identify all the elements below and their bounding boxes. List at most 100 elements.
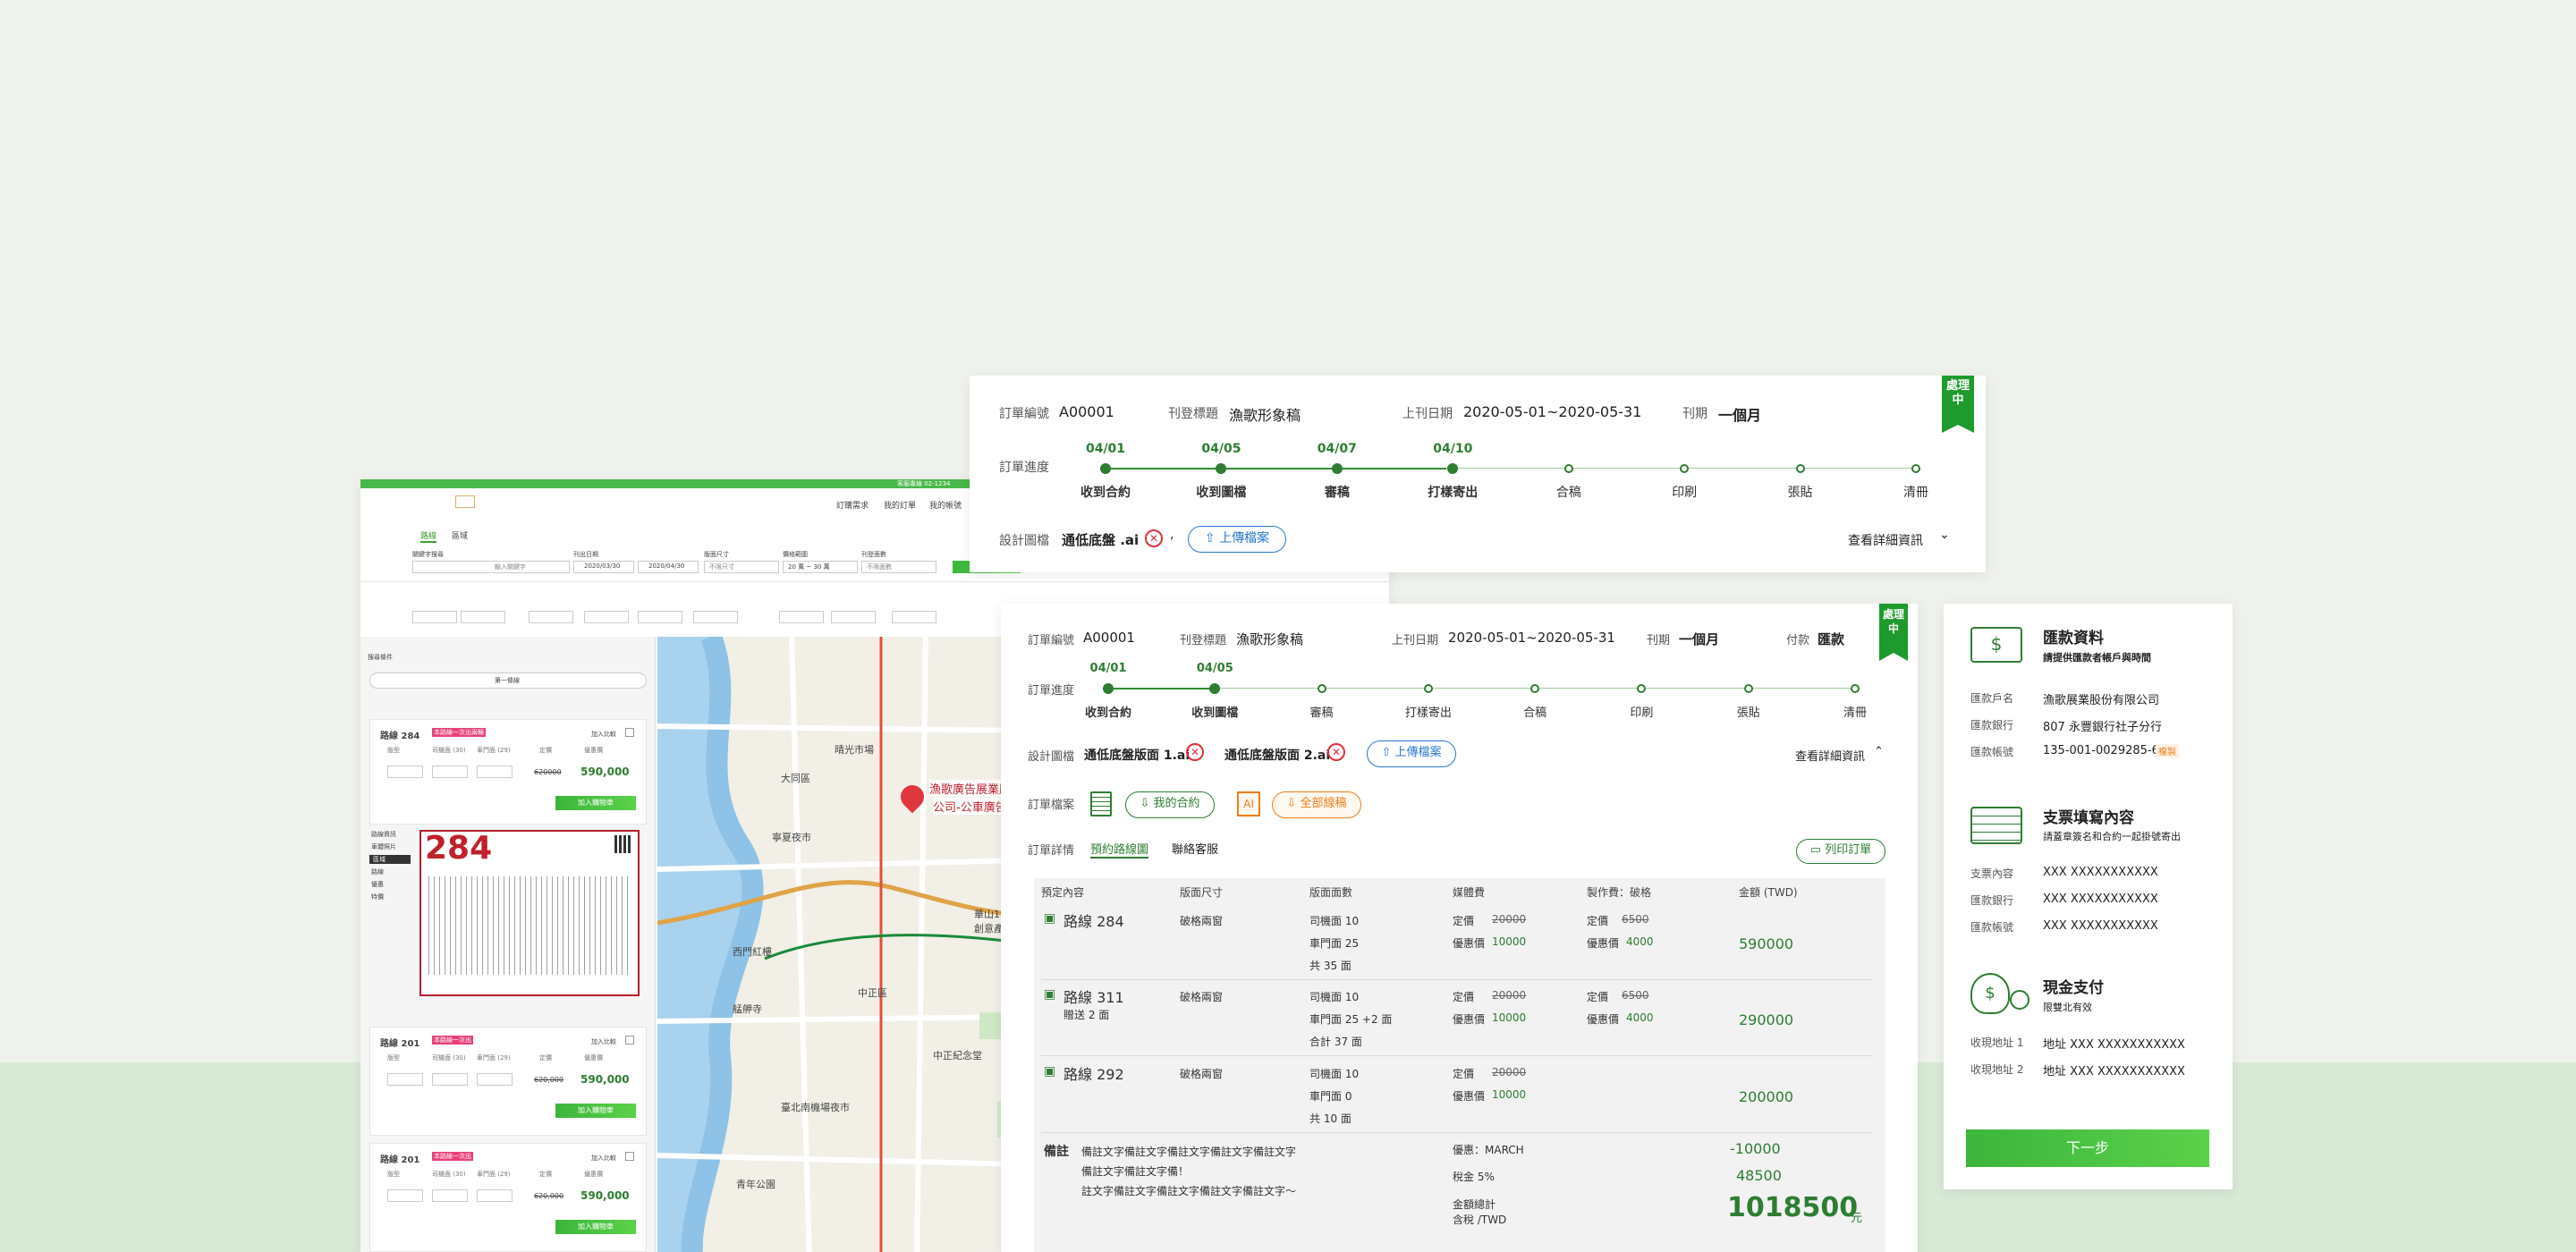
filter2-select[interactable] — [529, 611, 573, 623]
my-contract-label: 我的合約 — [1153, 797, 1200, 810]
date-to-value: 2020/04/30 — [648, 563, 685, 570]
search-input[interactable] — [412, 561, 570, 573]
table-header: 媒體費 — [1453, 886, 1486, 899]
select[interactable] — [477, 1189, 513, 1202]
design-label: 設計圖檔 — [999, 534, 1049, 548]
payment-row-key: 匯款帳號 — [1970, 746, 2014, 758]
select[interactable] — [477, 766, 513, 778]
table-header: 版面尺寸 — [1180, 886, 1224, 899]
remit-subtitle: 請提供匯款者帳戶與時間 — [2043, 652, 2151, 664]
select[interactable] — [387, 766, 423, 778]
col-label: 車門面 (29) — [477, 747, 511, 754]
payment-row-value: XXX XXXXXXXXXXX — [2043, 892, 2158, 906]
remove-file-icon[interactable]: ✕ — [1327, 743, 1345, 761]
select[interactable] — [432, 766, 468, 778]
note-text: 備註文字備註文字備註文字備註文字備註文字 — [1081, 1146, 1297, 1158]
prod-list-label: 定價 — [1587, 915, 1609, 927]
filter2-select[interactable] — [693, 611, 738, 623]
progress-step-label: 合稿 — [1523, 706, 1547, 720]
payment-row-value: 807 永豐銀行社子分行 — [2043, 721, 2162, 734]
tab-contact-service[interactable]: 聯絡客服 — [1172, 840, 1218, 857]
route-name: 路線 311 — [1063, 989, 1124, 1006]
total-label: 金額總計 — [1453, 1198, 1496, 1211]
logo-icon — [455, 495, 475, 508]
order-card-summary: 處理中 訂單編號 A00001 刊登標題 漁歌形象稿 上刊日期 2020-05-… — [970, 376, 1986, 572]
qr-icon — [614, 835, 632, 853]
filter2-select[interactable] — [831, 611, 876, 623]
side-tab-active[interactable]: 區域 — [369, 855, 411, 864]
progress-dot — [1743, 684, 1753, 693]
side-tab[interactable]: 優惠 — [371, 880, 384, 889]
ai-file-icon: AI — [1237, 791, 1260, 816]
nav-item[interactable]: 我的訂單 — [884, 499, 916, 511]
filter2-select[interactable] — [779, 611, 824, 623]
progress-step-date: 04/01 — [1089, 662, 1127, 675]
prod-sale-price: 4000 — [1626, 935, 1654, 948]
select[interactable] — [477, 1073, 513, 1086]
upload-icon: ⇧ — [1204, 531, 1220, 546]
next-button[interactable]: 下一步 — [1966, 1129, 2209, 1167]
select[interactable] — [387, 1189, 423, 1202]
progress-dot — [1216, 463, 1227, 474]
nav-item[interactable]: 訂購需求 — [836, 499, 869, 511]
add-to-cart-button[interactable]: 加入購物車 — [555, 796, 636, 810]
my-contract-button[interactable]: ⇩ 我的合約 — [1125, 791, 1215, 818]
copy-badge[interactable]: 複製 — [2156, 744, 2179, 757]
compare-checkbox[interactable] — [625, 728, 634, 737]
side-tab[interactable]: 特價 — [371, 892, 384, 901]
col-label: 定價 — [539, 747, 552, 754]
bus-icon: ▣ — [1044, 911, 1056, 926]
order-no-label: 訂單編號 — [1028, 634, 1075, 647]
upload-label: 上傳檔案 — [1219, 531, 1270, 546]
upload-button[interactable]: ⇧ 上傳檔案 — [1367, 740, 1456, 767]
filter2-select[interactable] — [892, 611, 936, 623]
tab-area[interactable]: 區域 — [452, 529, 468, 541]
ad-title: 漁歌形象稿 — [1229, 407, 1301, 424]
detail-link[interactable]: 查看詳細資訊 — [1795, 747, 1865, 764]
map-label: 艋舺寺 — [733, 1003, 762, 1015]
map-label: 中正紀念堂 — [933, 1050, 982, 1062]
detail-link[interactable]: 查看詳細資訊 — [1848, 531, 1923, 549]
table-header: 製作費：破格 — [1587, 886, 1652, 899]
progress-dot — [1209, 683, 1221, 694]
progress-step-label: 印刷 — [1630, 706, 1654, 720]
select[interactable] — [387, 1073, 423, 1086]
media-sale-price: 10000 — [1492, 1011, 1527, 1024]
chevron-down-icon[interactable]: ⌄ — [1939, 528, 1950, 542]
compare-label: 加入比較 — [591, 1155, 616, 1162]
side-tab[interactable]: 車體照片 — [371, 842, 396, 851]
ad-title: 漁歌形象稿 — [1236, 631, 1304, 647]
select[interactable] — [432, 1189, 468, 1202]
side-tab[interactable]: 路線資訊 — [371, 830, 396, 839]
upload-button[interactable]: ⇧ 上傳檔案 — [1188, 526, 1286, 553]
select[interactable] — [432, 1073, 468, 1086]
cash-subtitle: 限雙北有效 — [2043, 1002, 2092, 1013]
cheque-subtitle: 請蓋章簽名和合約一起掛號寄出 — [2043, 831, 2181, 842]
add-to-cart-button[interactable]: 加入購物車 — [555, 1104, 636, 1118]
progress-dot — [1563, 464, 1573, 473]
map-label: 青年公園 — [736, 1179, 775, 1190]
nav-item[interactable]: 我的帳號 — [929, 499, 962, 511]
tab-route[interactable]: 路線 — [420, 529, 437, 543]
panel-faces: 車門面 25 +2 面 — [1309, 1013, 1393, 1026]
all-drafts-button[interactable]: ⇩ 全部線稿 — [1272, 791, 1361, 818]
progress-step-date: 04/07 — [1317, 442, 1357, 456]
filter2-select[interactable] — [461, 611, 505, 623]
filter2-select[interactable] — [584, 611, 629, 623]
note-text: 備註文字備註文字備！ — [1081, 1165, 1190, 1178]
chevron-up-icon[interactable]: ⌃ — [1874, 745, 1884, 758]
col-label: 車門面 (29) — [477, 1054, 511, 1062]
remove-file-icon[interactable]: ✕ — [1186, 743, 1204, 761]
prod-sale-label: 優惠價 — [1587, 937, 1620, 950]
add-to-cart-button[interactable]: 加入購物車 — [555, 1220, 636, 1234]
filter2-select[interactable] — [638, 611, 682, 623]
compare-checkbox[interactable] — [625, 1152, 634, 1161]
remove-file-icon[interactable]: ✕ — [1145, 529, 1163, 547]
filter2-select[interactable] — [412, 611, 457, 623]
map-label: 公司-公車廣告 — [933, 798, 1007, 815]
side-tab[interactable]: 路線 — [371, 867, 384, 876]
compare-checkbox[interactable] — [625, 1036, 634, 1045]
tab-route-map[interactable]: 預約路線圖 — [1090, 840, 1149, 859]
print-order-button[interactable]: ▭ 列印訂單 — [1796, 839, 1885, 864]
media-sale-label: 優惠價 — [1453, 1013, 1486, 1026]
